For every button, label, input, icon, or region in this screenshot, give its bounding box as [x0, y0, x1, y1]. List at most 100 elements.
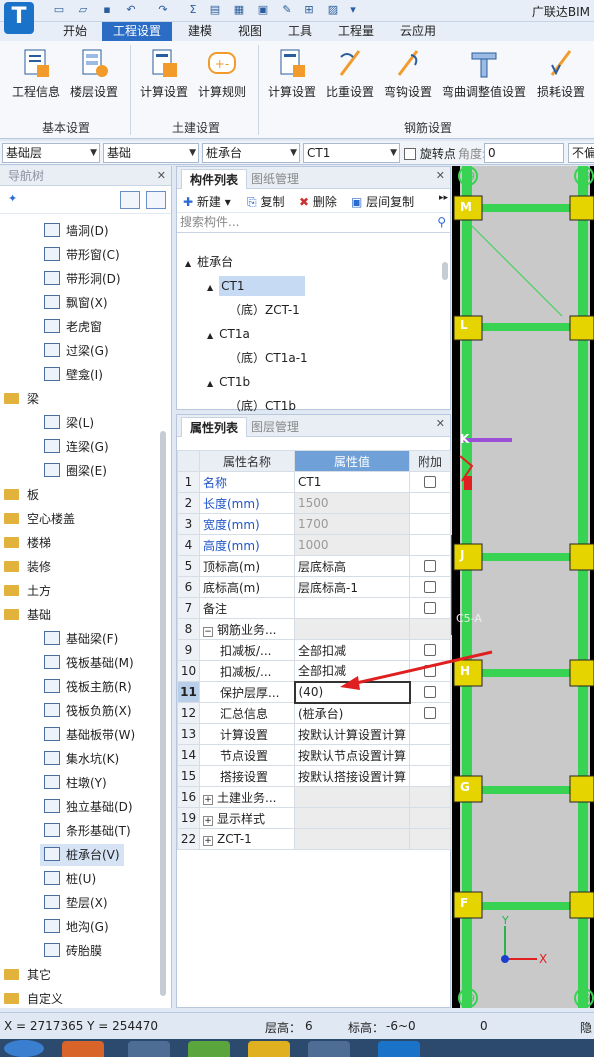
tab-view[interactable]: 视图: [228, 22, 272, 41]
property-value[interactable]: 1000: [294, 534, 410, 556]
nav-item[interactable]: 地沟(G): [44, 916, 109, 938]
grid-view-icon[interactable]: [146, 191, 166, 209]
property-row[interactable]: 19 + 显示样式: [177, 807, 451, 829]
save-icon[interactable]: ▪: [100, 3, 114, 17]
nav-item[interactable]: 筏板负筋(X): [44, 700, 132, 722]
tab-modeling[interactable]: 建模: [178, 22, 222, 41]
nav-item[interactable]: 板: [4, 484, 39, 506]
tab-start[interactable]: 开始: [54, 22, 96, 41]
close-icon[interactable]: ✕: [436, 169, 445, 182]
collapse-icon[interactable]: −: [203, 626, 213, 637]
customize-arrow-icon[interactable]: ▾: [346, 3, 360, 17]
extra-checkbox[interactable]: [424, 581, 436, 593]
component-tree-item[interactable]: ▲ CT1b: [207, 371, 250, 393]
property-row[interactable]: 3 宽度(mm) 1700: [177, 513, 451, 535]
expand-toggle-icon[interactable]: ▲: [207, 331, 213, 340]
property-value[interactable]: 1700: [294, 513, 410, 535]
nav-item[interactable]: 基础板带(W): [44, 724, 135, 746]
nav-item[interactable]: 基础: [4, 604, 51, 626]
property-row[interactable]: 22 + ZCT-1: [177, 828, 451, 850]
calc-rules-button[interactable]: +- 计算规则: [196, 47, 248, 100]
list-view-icon[interactable]: [120, 191, 140, 209]
taskbar-chat-icon[interactable]: [188, 1041, 230, 1057]
tab-quantity[interactable]: 工程量: [330, 22, 382, 41]
property-row[interactable]: 7 备注: [177, 597, 451, 619]
taskbar-folder-icon[interactable]: [128, 1041, 170, 1057]
property-row[interactable]: 8− 钢筋业务...: [177, 618, 451, 640]
nav-item[interactable]: 砖胎膜: [44, 940, 102, 962]
nav-item[interactable]: 空心楼盖: [4, 508, 75, 530]
nav-item[interactable]: 墙洞(D): [44, 220, 109, 242]
property-row[interactable]: 1 名称 CT1: [177, 471, 451, 493]
expand-toggle-icon[interactable]: ▲: [207, 283, 213, 292]
report-icon[interactable]: ▤: [208, 3, 222, 17]
nav-item[interactable]: 梁: [4, 388, 39, 410]
app-logo[interactable]: T: [4, 2, 34, 34]
extra-checkbox[interactable]: [424, 707, 436, 719]
nav-item[interactable]: 壁龛(I): [44, 364, 103, 386]
component-tree-item[interactable]: ▲ CT1: [207, 275, 305, 297]
project-info-button[interactable]: 工程信息: [10, 47, 62, 100]
pencil-icon[interactable]: ✎: [280, 3, 294, 17]
nav-item[interactable]: 筏板基础(M): [44, 652, 134, 674]
nav-scrollbar[interactable]: [160, 431, 166, 996]
property-value[interactable]: 按默认搭接设置计算: [294, 765, 410, 787]
property-row[interactable]: 13 计算设置 按默认计算设置计算: [177, 723, 451, 745]
property-value[interactable]: [294, 618, 410, 640]
tab-layer-manager[interactable]: 图层管理: [243, 417, 307, 437]
property-row[interactable]: 16 + 土建业务...: [177, 786, 451, 808]
property-value[interactable]: 1500: [294, 492, 410, 514]
expand-icon[interactable]: +: [203, 836, 213, 846]
extra-checkbox[interactable]: [424, 560, 436, 572]
property-row[interactable]: 5 顶标高(m) 层底标高: [177, 555, 451, 577]
view-icon[interactable]: ▦: [232, 3, 246, 17]
component-tree-item[interactable]: （底）CT1a-1: [229, 347, 308, 369]
nav-item[interactable]: 柱墩(Y): [44, 772, 107, 794]
start-button-icon[interactable]: [4, 1040, 44, 1057]
property-value[interactable]: 按默认节点设置计算: [294, 744, 410, 766]
new-button[interactable]: ✚ 新建 ▾: [183, 193, 231, 210]
density-settings-button[interactable]: 比重设置: [324, 47, 376, 100]
category-select[interactable]: 基础 ▼: [103, 143, 199, 163]
component-tree-item[interactable]: ▲ CT1a: [207, 323, 250, 345]
new-file-icon[interactable]: ▭: [52, 3, 66, 17]
delete-button[interactable]: ✖ 删除: [299, 193, 337, 210]
extra-checkbox[interactable]: [424, 602, 436, 614]
taskbar-glodon-icon[interactable]: [378, 1041, 420, 1057]
expand-toggle-icon[interactable]: ▲: [207, 379, 213, 388]
nav-item[interactable]: 其它: [4, 964, 51, 986]
pin-icon[interactable]: ✦: [8, 192, 17, 205]
tab-property-list[interactable]: 属性列表: [181, 417, 248, 437]
nav-item[interactable]: 带形洞(D): [44, 268, 121, 290]
property-value[interactable]: [294, 786, 410, 808]
tab-drawing-manager[interactable]: 图纸管理: [243, 169, 307, 189]
drawing-canvas[interactable]: M L K J H G F 39 39 39 39 C5-A X Y: [452, 166, 594, 1008]
property-row[interactable]: 2 长度(mm) 1500: [177, 492, 451, 514]
expand-icon[interactable]: +: [203, 794, 213, 805]
component-search-input[interactable]: 搜索构件... ⚲: [177, 213, 450, 233]
taskbar-tool-icon[interactable]: [248, 1041, 290, 1057]
component-select[interactable]: CT1 ▼: [303, 143, 400, 163]
loss-settings-button[interactable]: 损耗设置: [532, 47, 590, 100]
rebar-calc-settings-button[interactable]: 计算设置: [266, 47, 318, 100]
extra-checkbox[interactable]: [424, 476, 436, 488]
property-value[interactable]: 层底标高-1: [294, 576, 410, 598]
angle-input[interactable]: 0: [484, 143, 564, 163]
nav-item[interactable]: 土方: [4, 580, 51, 602]
floor-settings-button[interactable]: 楼层设置: [68, 47, 120, 100]
expand-icon[interactable]: +: [203, 815, 213, 826]
tab-tools[interactable]: 工具: [278, 22, 322, 41]
floor-copy-button[interactable]: ▣ 层间复制: [351, 193, 414, 210]
taskbar-app-icon[interactable]: [62, 1041, 104, 1057]
hide-toggle[interactable]: 隐: [580, 1019, 592, 1036]
component-tree-item[interactable]: ▲ 桩承台: [185, 251, 233, 273]
tab-cloud[interactable]: 云应用: [392, 22, 444, 41]
expand-toggle-icon[interactable]: ▲: [185, 259, 191, 268]
close-icon[interactable]: ✕: [436, 417, 445, 430]
property-row[interactable]: 15 搭接设置 按默认搭接设置计算: [177, 765, 451, 787]
export-icon[interactable]: ▨: [326, 3, 340, 17]
type-select[interactable]: 桩承台 ▼: [202, 143, 300, 163]
property-value[interactable]: (桩承台): [294, 702, 410, 724]
open-folder-icon[interactable]: ▱: [76, 3, 90, 17]
tab-component-list[interactable]: 构件列表: [181, 169, 248, 189]
